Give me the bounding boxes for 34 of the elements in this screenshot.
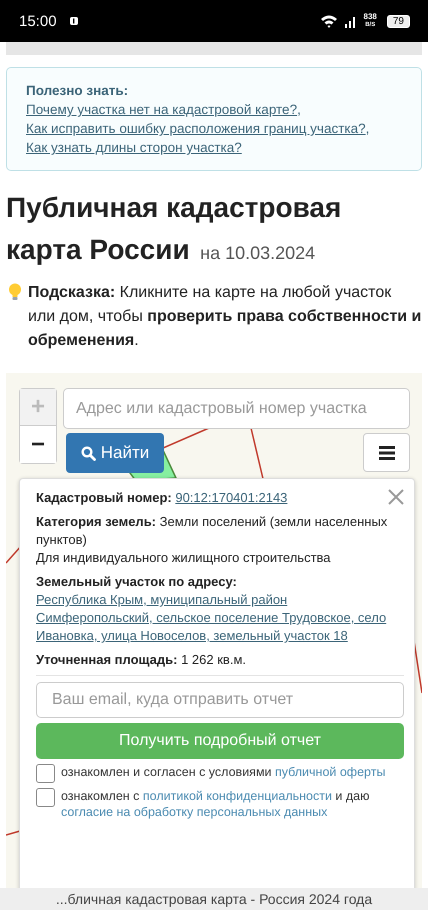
link[interactable]: публичной оферты bbox=[275, 765, 386, 779]
cadastral-number: Кадастровый номер: 90:12:170401:2143 bbox=[36, 489, 288, 507]
link[interactable]: Как узнать длины сторон участка? bbox=[26, 140, 242, 155]
checkbox[interactable] bbox=[36, 764, 55, 783]
battery-indicator: 79 bbox=[386, 14, 410, 28]
tab-title: ...бличная кадастровая карта - Россия 2024 года bbox=[56, 891, 372, 907]
page-title: Публичная кадастровая карта России на 10.03.2024 bbox=[6, 191, 342, 267]
search-icon bbox=[80, 446, 96, 460]
link[interactable]: Как исправить ошибку расположения границ участка? bbox=[26, 121, 366, 136]
menu-button[interactable] bbox=[363, 433, 410, 472]
area-text: Уточненная площадь: 1 262 кв.м. bbox=[36, 651, 247, 669]
status-time: 15:00 bbox=[19, 12, 57, 30]
search-button[interactable]: Найти bbox=[66, 433, 164, 473]
link[interactable]: Почему участка нет на кадастровой карте? bbox=[26, 102, 298, 117]
hint-text: Подсказка: Кликните на карте на любой участок или дом, чтобы проверить права собственности и обременения. bbox=[28, 283, 422, 351]
lightbulb-icon bbox=[8, 283, 22, 301]
search-field[interactable]: Адрес или кадастровый номер участка bbox=[63, 388, 410, 429]
email-field[interactable]: Ваш email, куда отправить отчет bbox=[36, 682, 404, 718]
agreement-text: ознакомлен и согласен с условиями публичной оферты bbox=[61, 764, 386, 781]
link[interactable]: согласие на обработку персональных данных bbox=[61, 805, 328, 819]
menu-icon bbox=[378, 446, 394, 460]
field-label: Земельный участок по адресу: bbox=[36, 573, 238, 591]
wifi-icon bbox=[320, 14, 338, 28]
info-box: Полезно знать: Почему участка нет на кадастровой карте?, Как исправить ошибку расположения границ участка?, Как узнать длины сторон участка? bbox=[6, 67, 422, 171]
signal-icon bbox=[344, 14, 358, 28]
link[interactable]: 90:12:170401:2143 bbox=[175, 490, 288, 505]
link[interactable]: политикой конфиденциальности bbox=[142, 789, 332, 803]
agreement-text: ознакомлен с политикой конфиденциальности и даю согласие на обработку персональных данных bbox=[61, 788, 371, 820]
notification-icon bbox=[68, 16, 79, 26]
land-category: Категория земель: Земли поселений (земли населенных пунктов) bbox=[36, 513, 388, 549]
address-link[interactable]: Республика Крым, муниципальный район Симферопольский, сельское поселение Трудовское, село Ивановка, улица Новоселов, земельный участок 18 bbox=[36, 591, 404, 645]
land-usage: Для индивидуального жилищного строительства bbox=[36, 549, 332, 567]
close-icon[interactable] bbox=[388, 489, 404, 505]
checkbox[interactable] bbox=[36, 788, 55, 807]
